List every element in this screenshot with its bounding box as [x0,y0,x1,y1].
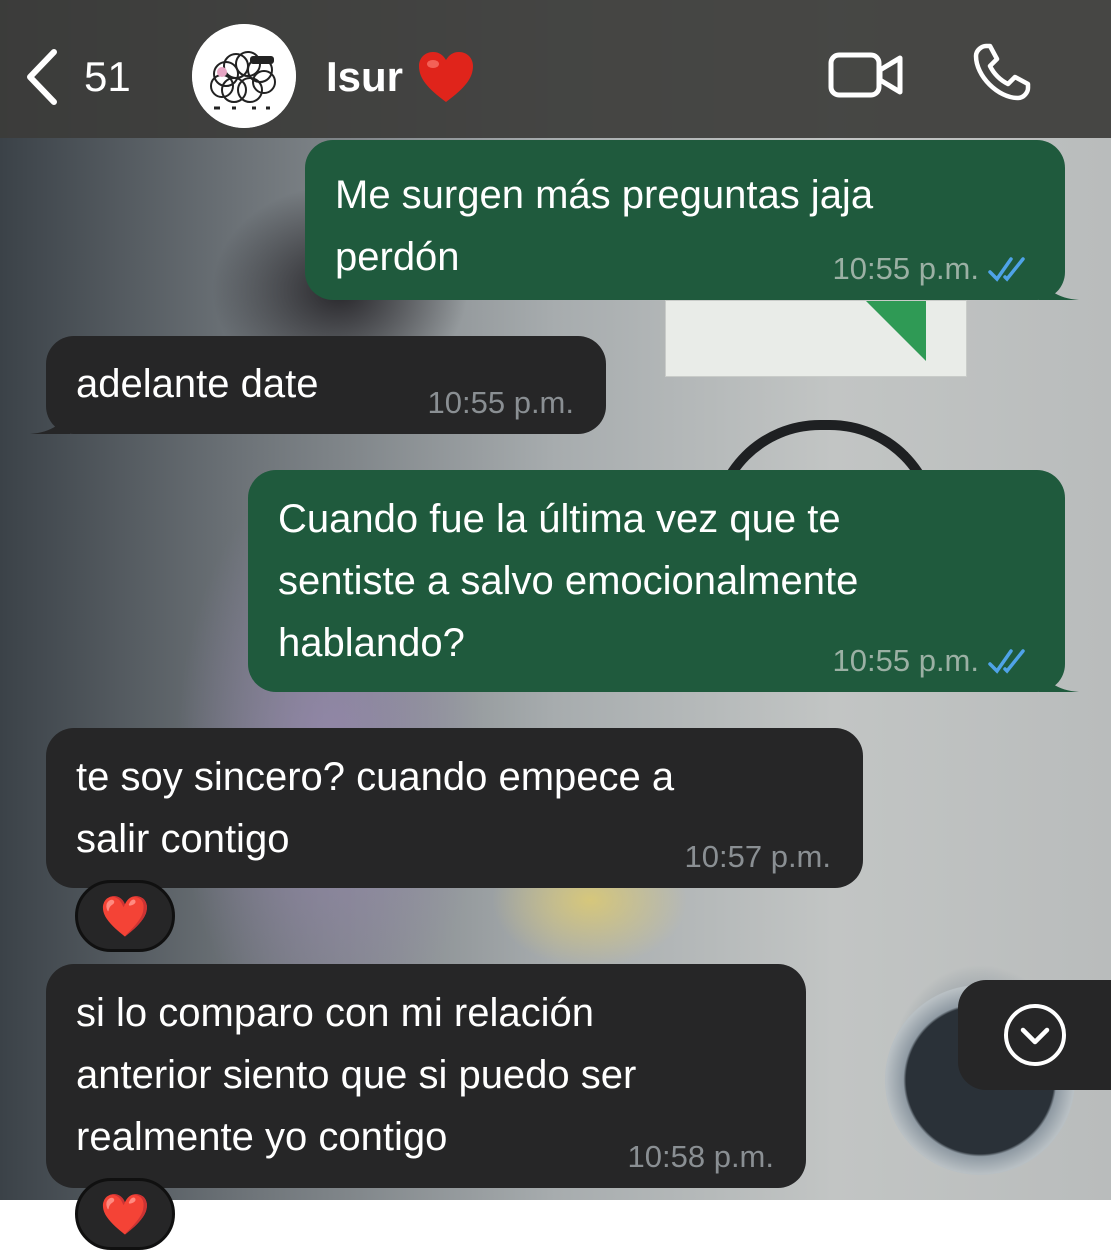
wallpaper-sign [665,300,967,377]
read-ticks-icon [988,649,1025,674]
message-bubble-outgoing[interactable]: Cuando fue la última vez que te sentiste… [248,470,1079,692]
bubble-tail [1039,664,1079,692]
message-time: 10:55 p.m. [832,251,979,286]
message-bubble-outgoing[interactable]: Me surgen más preguntas jaja perdón 10:5… [305,140,1079,300]
message-meta: 10:57 p.m. [685,840,831,874]
contact-name-text: Isur [326,53,404,100]
message-time: 10:55 p.m. [832,643,979,678]
sheep-avatar-icon [192,24,296,128]
scroll-to-bottom-button[interactable] [958,980,1111,1090]
bubble-tail [1039,272,1079,300]
read-ticks-icon [988,257,1025,282]
message-bubble-incoming[interactable]: te soy sincero? cuando empece a salir co… [46,728,863,888]
message-meta: 10:55 p.m. [833,644,1033,678]
chevron-left-icon [27,49,57,105]
reaction-emoji: ❤️ [100,1192,150,1237]
avatar[interactable] [192,24,296,128]
heart-reaction[interactable]: ❤️ [75,880,175,952]
message-meta: 10:55 p.m. [833,252,1033,286]
message-time: 10:57 p.m. [684,839,831,874]
bubble-tail [30,406,70,434]
heart-icon [419,52,474,102]
chevron-down-circle-icon [1003,1004,1066,1066]
phone-call-button[interactable] [970,40,1034,104]
heart-reaction[interactable]: ❤️ [75,1178,175,1250]
unread-count: 51 [84,53,131,100]
message-meta: 10:58 p.m. [628,1140,774,1174]
chat-header: 51 Isur [0,0,1111,138]
message-time: 10:58 p.m. [627,1139,774,1174]
message-bubble-incoming[interactable]: si lo comparo con mi relación anterior s… [46,964,806,1188]
video-call-button[interactable] [828,50,904,100]
reaction-emoji: ❤️ [100,894,150,939]
back-button[interactable]: 51 [22,44,131,110]
contact-name[interactable]: Isur [326,50,475,104]
message-time: 10:55 p.m. [427,385,574,420]
message-bubble-incoming[interactable]: adelante date 10:55 p.m. [30,336,606,434]
message-meta: 10:55 p.m. [428,386,574,420]
